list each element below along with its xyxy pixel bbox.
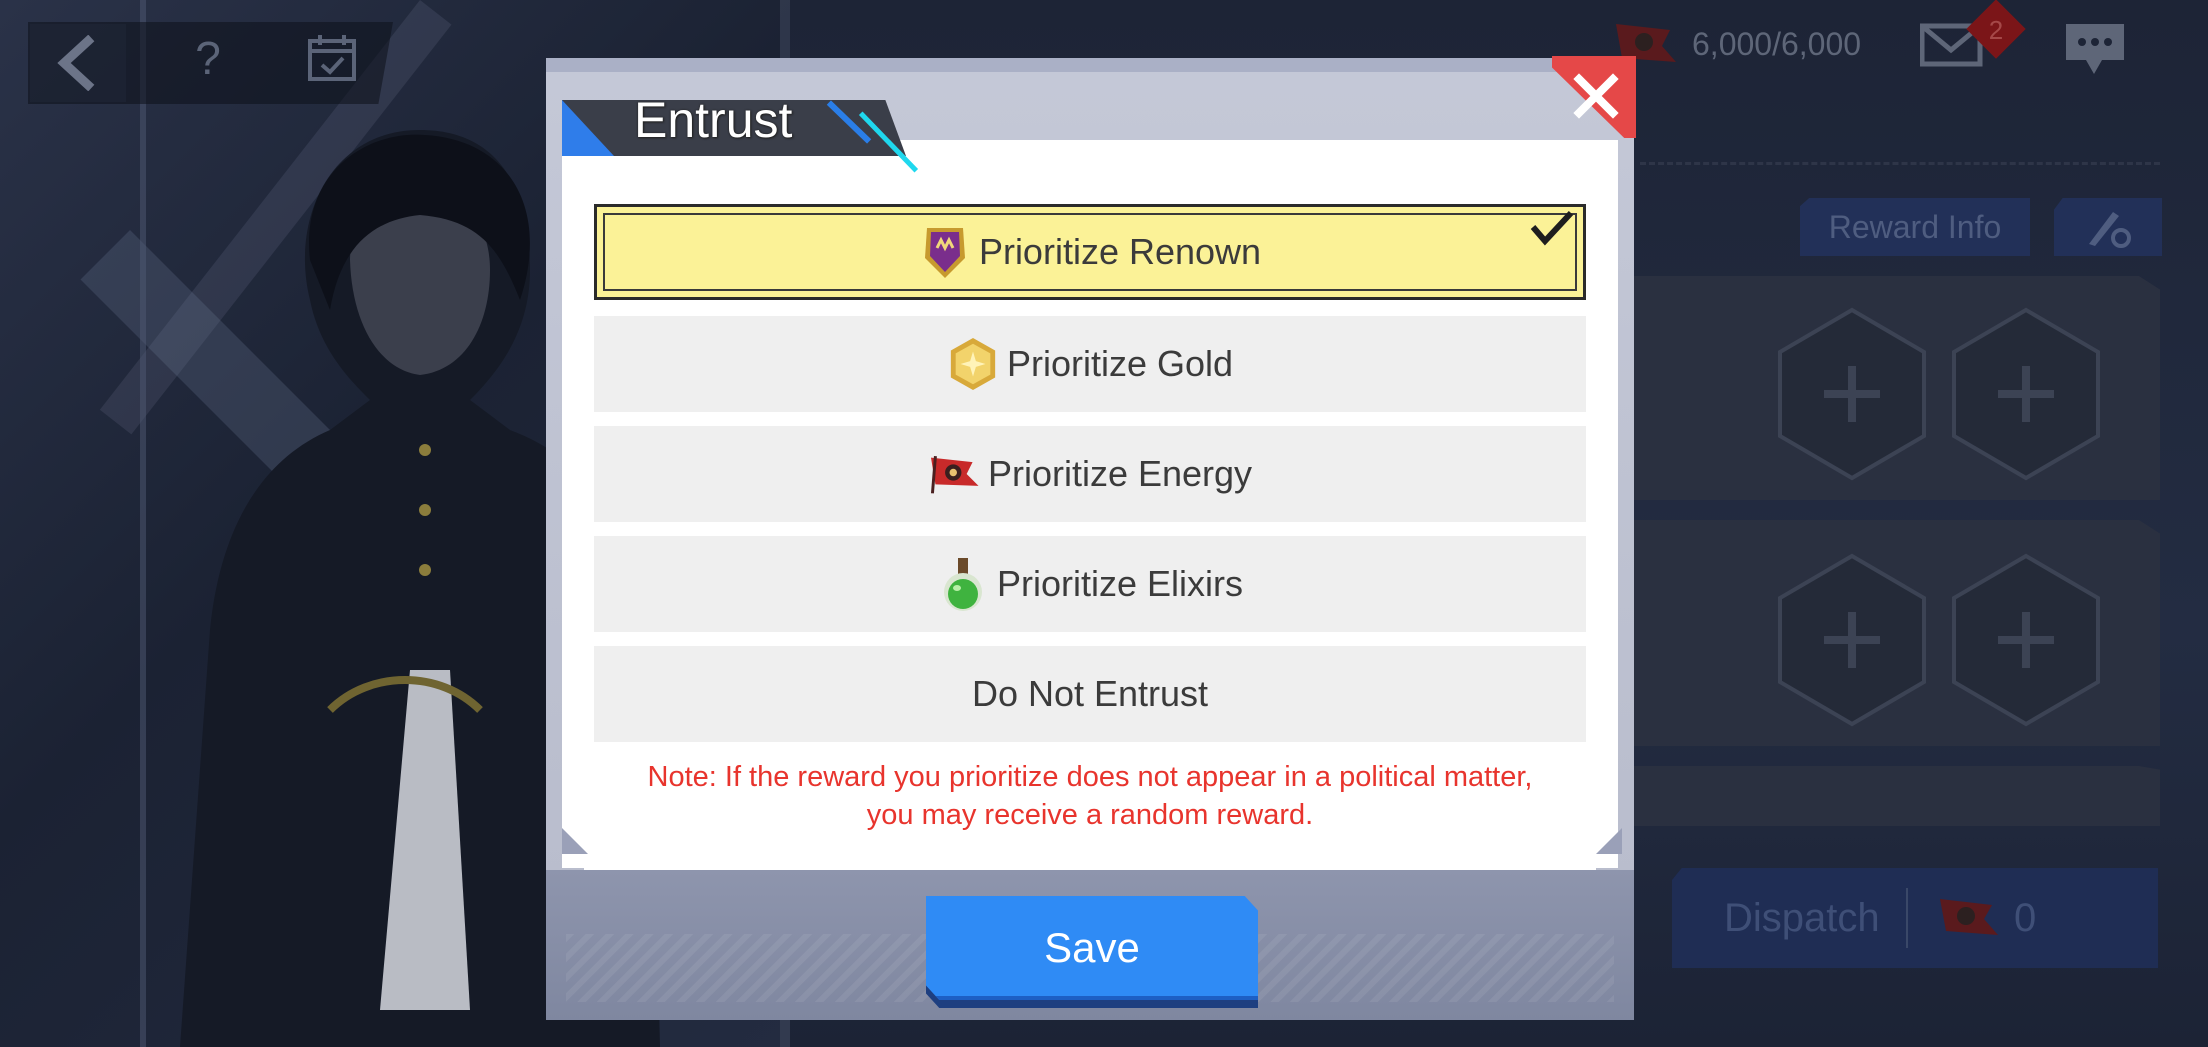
calendar-icon bbox=[308, 35, 356, 81]
mail-badge-count: 2 bbox=[1988, 15, 2004, 45]
option-label: Prioritize Gold bbox=[1006, 343, 1234, 384]
energy-flag-icon bbox=[1940, 899, 1998, 935]
help-button[interactable]: ? bbox=[178, 28, 238, 88]
energy-value: 6,000/6,000 bbox=[1692, 25, 1862, 62]
option-label: Prioritize Energy bbox=[987, 453, 1253, 494]
hex-plus-icon bbox=[1952, 307, 2100, 481]
hex-plus-icon bbox=[1952, 553, 2100, 727]
hex-plus-icon bbox=[1778, 307, 1926, 481]
dispatch-label: Dispatch bbox=[1724, 895, 1880, 940]
hex-plus-icon bbox=[1778, 553, 1926, 727]
divider-line bbox=[1640, 162, 2160, 165]
option-prioritize-gold[interactable]: Prioritize Gold bbox=[594, 316, 1586, 412]
note-line-1: Note: If the reward you prioritize does … bbox=[647, 761, 1533, 793]
dispatch-button[interactable]: Dispatch 0 bbox=[1672, 868, 2158, 968]
reward-info-label: Reward Info bbox=[1828, 208, 2002, 245]
renown-badge-icon bbox=[919, 222, 971, 282]
note-text: Note: If the reward you prioritize does … bbox=[594, 758, 1586, 834]
add-slot-button[interactable] bbox=[1950, 306, 2102, 482]
close-icon bbox=[1573, 73, 1619, 119]
save-button[interactable]: Save bbox=[926, 896, 1258, 1000]
elixir-potion-icon bbox=[937, 554, 989, 614]
dialog-top-band bbox=[546, 58, 1634, 72]
reward-info-button[interactable]: Reward Info bbox=[1800, 198, 2030, 256]
option-prioritize-elixirs[interactable]: Prioritize Elixirs bbox=[594, 536, 1586, 632]
back-arrow-icon bbox=[57, 35, 95, 91]
check-icon bbox=[1530, 210, 1574, 246]
save-label: Save bbox=[1044, 924, 1140, 971]
back-button[interactable] bbox=[30, 24, 126, 102]
gold-coin-icon bbox=[947, 334, 999, 394]
help-icon: ? bbox=[195, 32, 221, 84]
add-slot-button[interactable] bbox=[1950, 552, 2102, 728]
energy-flag-icon bbox=[928, 444, 980, 504]
quill-gear-icon bbox=[2089, 212, 2131, 248]
option-prioritize-energy[interactable]: Prioritize Energy bbox=[594, 426, 1586, 522]
dispatch-count: 0 bbox=[2014, 895, 2037, 940]
option-do-not-entrust[interactable]: Do Not Entrust bbox=[594, 646, 1586, 742]
note-line-2: you may receive a random reward. bbox=[866, 799, 1314, 831]
dispatch-separator bbox=[1906, 888, 1908, 948]
energy-display: 6,000/6,000 bbox=[1610, 14, 1861, 74]
add-slot-button[interactable] bbox=[1776, 306, 1928, 482]
auto-settings-button[interactable] bbox=[2054, 198, 2162, 256]
entrust-dialog: Entrust Prioritize Renown Prioritize Gol… bbox=[546, 56, 1636, 1020]
close-button[interactable] bbox=[1558, 58, 1634, 134]
chat-icon[interactable] bbox=[2062, 20, 2128, 78]
dialog-title: Entrust bbox=[634, 92, 793, 148]
option-label: Do Not Entrust bbox=[971, 673, 1209, 714]
add-slot-button[interactable] bbox=[1776, 552, 1928, 728]
option-label: Prioritize Elixirs bbox=[996, 563, 1244, 604]
calendar-button[interactable] bbox=[302, 28, 362, 88]
option-prioritize-renown[interactable]: Prioritize Renown bbox=[594, 204, 1586, 300]
option-label: Prioritize Renown bbox=[978, 231, 1262, 272]
slot-panel-3 bbox=[1634, 766, 2160, 826]
